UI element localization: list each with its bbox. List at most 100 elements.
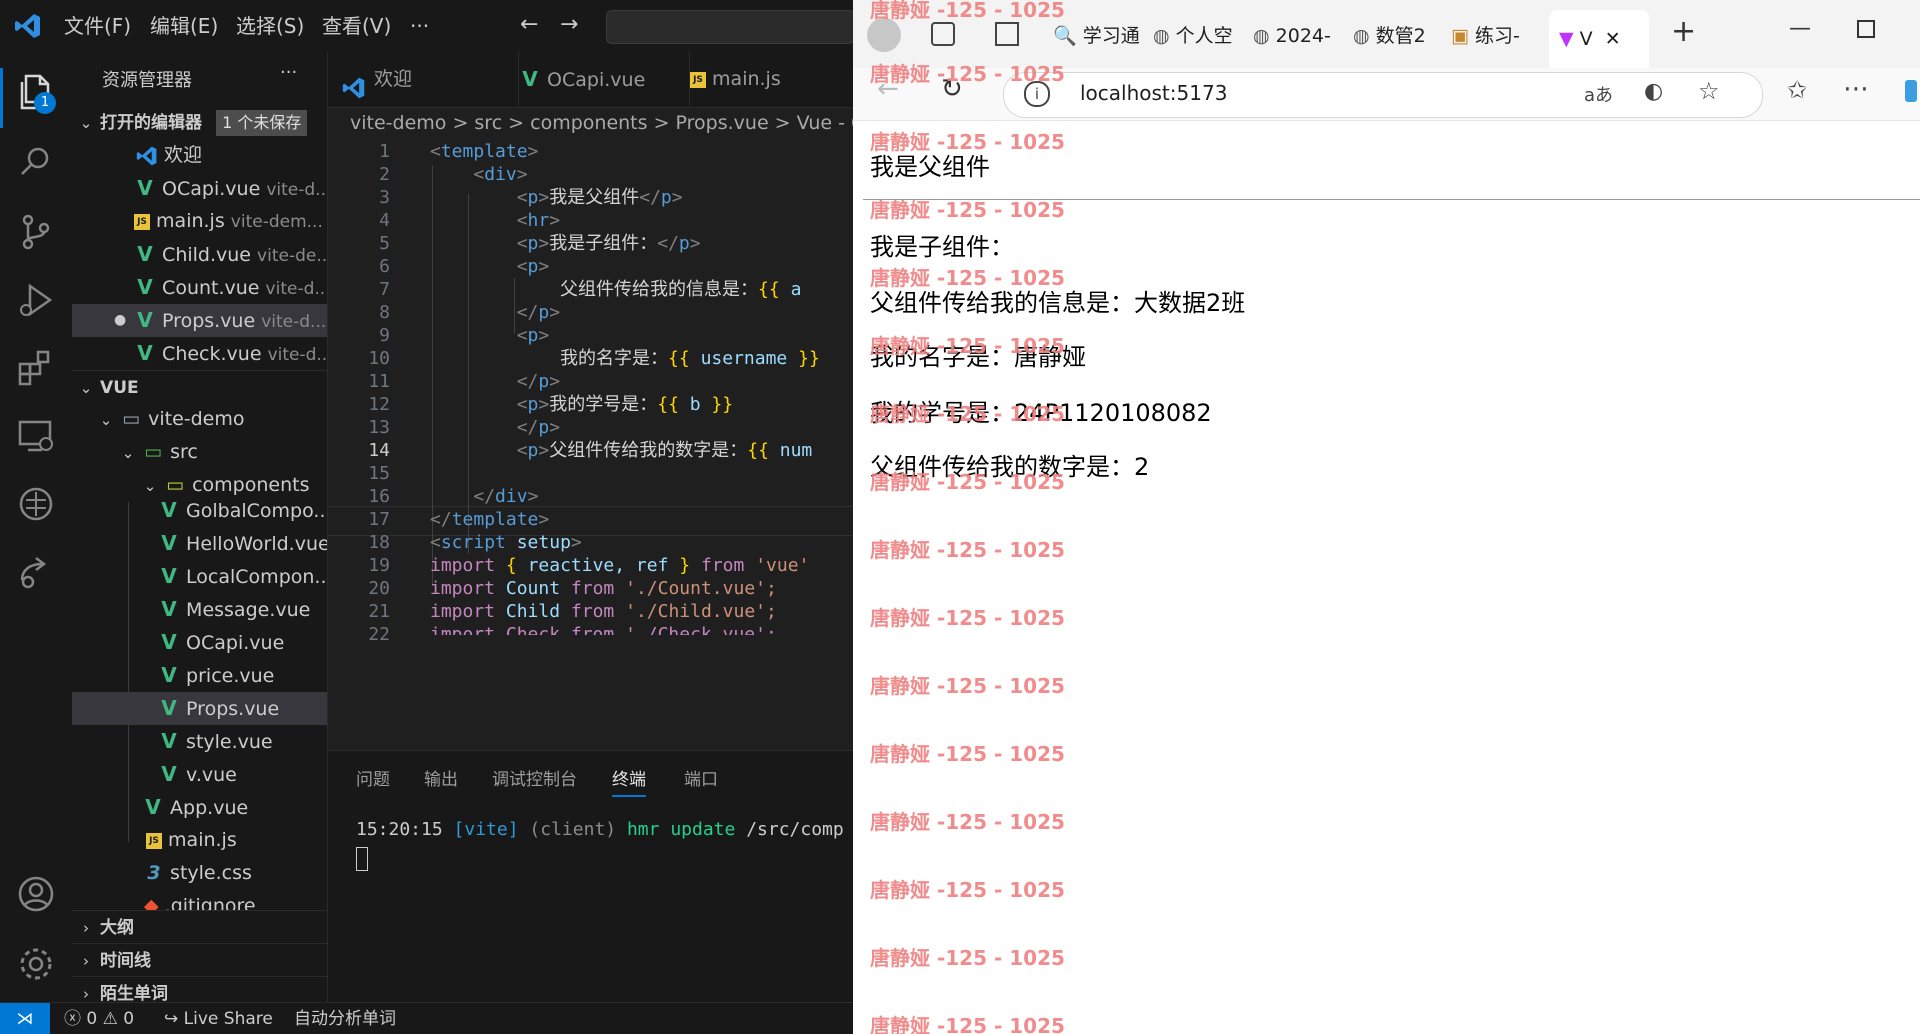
menu-more[interactable]: ··· [410, 0, 429, 52]
tree-file[interactable]: V v.vue [72, 758, 327, 791]
more-menu-icon[interactable]: ⋯ [1843, 74, 1869, 104]
tree-file[interactable]: V style.vue [72, 725, 327, 758]
edge-app-icon[interactable]: ◐ [1644, 79, 1663, 104]
nav-back-icon[interactable]: ← [520, 12, 538, 37]
tree-file-active[interactable]: V Props.vue [72, 692, 327, 725]
code-token: username [700, 348, 788, 369]
run-debug-icon[interactable] [14, 278, 58, 322]
tree-file[interactable]: V price.vue [72, 659, 327, 692]
tree-item-label: Props.vue [186, 698, 280, 720]
copilot-icon[interactable] [1905, 80, 1917, 102]
tree-file[interactable]: ◆ .gitignore [72, 890, 327, 910]
open-editor-item-active[interactable]: ● V Props.vue vite-d... [72, 304, 327, 337]
tree-file[interactable]: V Message.vue [72, 593, 327, 626]
explorer-more-button[interactable]: ··· [280, 62, 297, 83]
panel-tab-terminal[interactable]: 终端 [612, 765, 646, 797]
read-aloud-icon[interactable]: aあ [1584, 81, 1613, 107]
open-editors-header[interactable]: ⌄ 打开的编辑器 1 个未保存 [72, 106, 327, 139]
code-token: 父组件传给我的数字是： [549, 440, 748, 461]
panel-tab-debug-console[interactable]: 调试控制台 [492, 765, 577, 795]
open-editor-item[interactable]: 欢迎 [72, 139, 327, 172]
open-editor-item[interactable]: V Child.vue vite-de... [72, 238, 327, 271]
globe-icon: ◍ [1253, 25, 1270, 47]
extensions-icon[interactable] [14, 346, 58, 390]
tree-file[interactable]: V LocalCompon... [72, 560, 327, 593]
workspace-header[interactable]: ⌄ VUE [72, 370, 327, 404]
section-label: 陌生单词 [100, 984, 169, 1004]
vscode-logo-icon [14, 12, 42, 40]
settings-gear-icon[interactable] [14, 942, 58, 986]
profile-avatar-icon[interactable] [867, 18, 901, 52]
search-icon: 🔍 [1053, 25, 1077, 47]
timeline-section[interactable]: › 时间线 [72, 943, 327, 977]
tree-file[interactable]: 3 style.css [72, 857, 327, 890]
tree-item-label: src [170, 441, 198, 463]
tab-label: main.js [712, 68, 781, 90]
panel-tab-ports[interactable]: 端口 [684, 765, 718, 795]
menu-view[interactable]: 查看(V) [322, 0, 391, 52]
open-editor-item[interactable]: V Count.vue vite-d... [72, 271, 327, 304]
tab-ocapi[interactable]: V OCapi.vue [505, 52, 690, 107]
url-field[interactable]: i localhost:5173 aあ ◐ ☆ [1003, 72, 1763, 118]
tree-file[interactable]: V HelloWorld.vue [72, 527, 327, 560]
account-icon[interactable] [14, 872, 58, 916]
panel-tab-output[interactable]: 输出 [424, 765, 458, 795]
live-share-icon[interactable] [14, 550, 58, 594]
tree-file[interactable]: V OCapi.vue [72, 626, 327, 659]
vue-file-icon: V [161, 597, 177, 621]
tab-welcome[interactable]: 欢迎 [328, 52, 519, 107]
js-file-icon: JS [690, 71, 706, 88]
unsaved-dot-icon[interactable]: ● [114, 304, 126, 337]
open-editor-item[interactable]: JS main.js vite-dem... [72, 205, 327, 238]
open-editor-item[interactable]: V Check.vue vite-d... [72, 337, 327, 370]
minimize-icon[interactable]: — [1789, 16, 1811, 41]
image-favicon-icon: ▣ [1451, 25, 1469, 47]
outline-section[interactable]: › 大纲 [72, 910, 327, 944]
favorites-icon[interactable]: ✩ [1787, 76, 1807, 104]
browser-tab[interactable]: ◍ 数管2 [1353, 16, 1448, 56]
dictionary-extension-icon[interactable] [14, 482, 58, 526]
browser-tab-active[interactable]: ▼ V ✕ [1549, 10, 1649, 68]
bottom-panel: 问题 输出 调试控制台 终端 端口 15:20:15 [vite] (clien… [328, 750, 853, 1003]
live-share-label: Live Share [183, 1009, 273, 1029]
nav-forward-icon[interactable]: → [560, 12, 578, 37]
code-editor[interactable]: 1 2 3 4 5 6 7 8 9 10 11 12 13 14 15 16 1… [328, 138, 853, 750]
tree-folder[interactable]: ⌄ ▭ src [72, 436, 327, 469]
new-tab-icon[interactable]: + [1671, 14, 1696, 49]
tree-file[interactable]: V App.vue [72, 791, 327, 824]
search-icon[interactable] [14, 140, 58, 184]
browser-tab[interactable]: ▣ 练习- [1451, 16, 1546, 56]
panel-tab-problems[interactable]: 问题 [356, 765, 390, 795]
menu-edit[interactable]: 编辑(E) [150, 0, 218, 52]
terminal-client: (client) [529, 819, 617, 840]
chevron-right-icon: › [83, 952, 89, 970]
command-center-search[interactable] [606, 10, 853, 44]
menu-file[interactable]: 文件(F) [64, 0, 131, 52]
close-tab-icon[interactable]: ✕ [1605, 28, 1621, 50]
source-control-icon[interactable] [14, 210, 58, 254]
vue-file-icon: V [161, 762, 177, 786]
browser-tab[interactable]: ◍ 2024- [1253, 16, 1348, 56]
remote-explorer-icon[interactable] [14, 414, 58, 458]
tab-main-js[interactable]: JS main.js [676, 52, 853, 107]
extension-status[interactable]: 自动分析单词 [294, 1003, 396, 1034]
browser-tab[interactable]: ◍ 个人空 [1153, 16, 1248, 56]
open-editor-item[interactable]: V OCapi.vue vite-d... [72, 172, 327, 205]
live-share-status[interactable]: ↪ Live Share [164, 1003, 273, 1034]
tree-file[interactable]: JS main.js [72, 824, 327, 857]
favorite-star-icon[interactable]: ☆ [1698, 77, 1720, 105]
workspaces-icon[interactable] [931, 22, 955, 46]
breadcrumb[interactable]: vite-demo > src > components > Props.vue… [328, 108, 853, 138]
problems-status[interactable]: ⓧ 0 ⚠ 0 [64, 1003, 134, 1034]
url-text[interactable]: localhost:5173 [1080, 81, 1227, 105]
open-editor-name: main.js [156, 210, 225, 232]
remote-indicator-icon[interactable]: ⋊ [0, 1003, 50, 1034]
section-label: 大纲 [100, 918, 135, 938]
maximize-icon[interactable] [1857, 20, 1875, 38]
tree-folder[interactable]: ⌄ ▭ vite-demo [72, 403, 327, 436]
menu-selection[interactable]: 选择(S) [236, 0, 304, 52]
browser-tab[interactable]: 🔍 学习通 [1053, 16, 1148, 56]
terminal-output[interactable]: 15:20:15 [vite] (client) hmr update /src… [356, 819, 853, 840]
tree-file[interactable]: V GolbalCompo... [72, 494, 327, 527]
tab-actions-icon[interactable] [995, 22, 1019, 46]
